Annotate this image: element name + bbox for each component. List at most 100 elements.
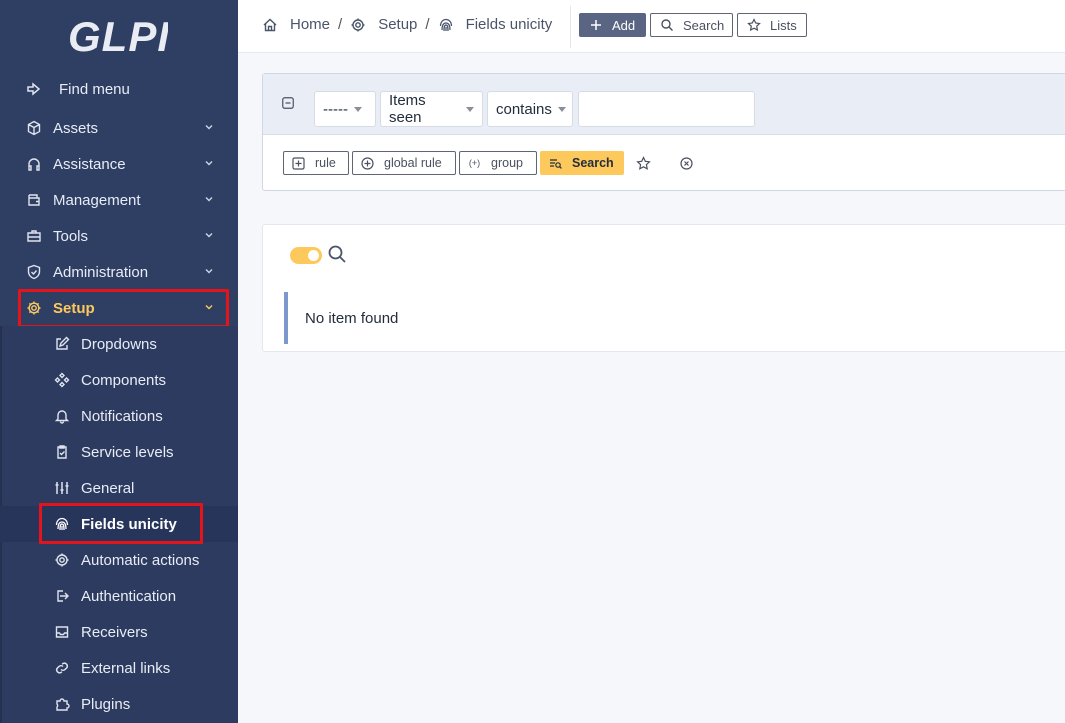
sidebar-item-label: Assistance (53, 155, 126, 173)
find-menu-label: Find menu (59, 80, 130, 98)
sidebar-item-plugins[interactable]: Plugins (0, 686, 238, 722)
shield-check-icon (25, 263, 43, 281)
search-button[interactable]: Search (650, 13, 733, 37)
field-select[interactable]: Items seen (380, 91, 483, 127)
caret-down-icon (557, 106, 566, 112)
puzzle-icon (53, 695, 71, 713)
adjustments-icon (53, 479, 71, 497)
edit-icon (53, 335, 71, 353)
results-panel: No item found (262, 224, 1065, 352)
sidebar-item-assets[interactable]: Assets (0, 110, 238, 146)
sidebar-item-label: Automatic actions (81, 551, 200, 569)
breadcrumb: Home / Setup / Fields unicity (262, 16, 552, 33)
chevron-down-icon (205, 233, 213, 238)
find-menu-button[interactable]: Find menu (0, 71, 238, 107)
add-group-button[interactable]: (+) group (459, 151, 537, 175)
chevron-down-icon (205, 125, 213, 130)
arrow-right-icon (25, 80, 43, 98)
search-toggle-icon[interactable] (327, 244, 347, 264)
fingerprint-icon (53, 515, 71, 533)
bell-icon (53, 407, 71, 425)
sidebar-item-tools[interactable]: Tools (0, 218, 238, 254)
sidebar-item-fields-unicity[interactable]: Fields unicity (0, 506, 238, 542)
search-criteria-row: ----- Items seen contains (263, 74, 1065, 135)
empty-results-message: No item found (305, 309, 399, 327)
sidebar-item-label: Components (81, 371, 167, 389)
operator-select[interactable]: contains (487, 91, 573, 127)
sidebar-item-assistance[interactable]: Assistance (0, 146, 238, 182)
sidebar-item-external-links[interactable]: External links (0, 650, 238, 686)
search-icon (660, 18, 674, 32)
filter-search-icon (549, 157, 562, 170)
sidebar: GLPI Find menu Assets Assistance Managem… (0, 0, 238, 723)
group-icon: (+) (468, 158, 481, 168)
link-icon (53, 659, 71, 677)
add-button[interactable]: Add (579, 13, 646, 37)
sidebar-item-dropdowns[interactable]: Dropdowns (0, 326, 238, 362)
chevron-down-icon (205, 197, 213, 202)
sidebar-item-label: External links (81, 659, 171, 677)
chevron-down-icon (205, 269, 213, 274)
login-icon (53, 587, 71, 605)
sidebar-item-authentication[interactable]: Authentication (0, 578, 238, 614)
search-submit-button[interactable]: Search (540, 151, 624, 175)
clipboard-check-icon (53, 443, 71, 461)
briefcase-icon (25, 227, 43, 245)
sidebar-item-label: Setup (53, 299, 95, 317)
search-panel: ----- Items seen contains rule global ru… (262, 73, 1065, 191)
sidebar-item-label: General (81, 479, 135, 497)
glpi-logo[interactable]: GLPI (68, 14, 168, 58)
sidebar-item-label: Management (53, 191, 141, 209)
inbox-icon (53, 623, 71, 641)
star-icon (747, 18, 761, 32)
gear-icon (25, 299, 43, 317)
gear-icon (53, 551, 71, 569)
lists-button[interactable]: Lists (737, 13, 807, 37)
sidebar-item-management[interactable]: Management (0, 182, 238, 218)
plus-icon (589, 18, 603, 32)
sidebar-item-administration[interactable]: Administration (0, 254, 238, 290)
sidebar-item-label: Dropdowns (81, 335, 157, 353)
home-icon (262, 17, 278, 33)
sidebar-item-label: Tools (53, 227, 89, 245)
chevron-down-icon (205, 161, 213, 166)
add-global-rule-button[interactable]: global rule (352, 151, 456, 175)
add-rule-button[interactable]: rule (283, 151, 349, 175)
save-search-star-icon[interactable] (636, 156, 651, 171)
header-divider (570, 6, 571, 48)
breadcrumb-setup[interactable]: Setup (350, 16, 417, 33)
link-select[interactable]: ----- (314, 91, 376, 127)
sidebar-item-setup[interactable]: Setup (0, 290, 238, 326)
components-icon (53, 371, 71, 389)
sidebar-item-label: Authentication (81, 587, 177, 605)
logo-text: GLPI (68, 14, 168, 58)
top-header: Home / Setup / Fields unicity Add Search… (238, 0, 1065, 53)
breadcrumb-fields-unicity[interactable]: Fields unicity (438, 16, 552, 33)
sidebar-item-label: Administration (53, 263, 149, 281)
sidebar-item-label: Assets (53, 119, 99, 137)
gear-icon (350, 17, 366, 33)
sidebar-item-general[interactable]: General (0, 470, 238, 506)
chevron-down-icon (205, 305, 213, 310)
cube-icon (25, 119, 43, 137)
sidebar-item-service-levels[interactable]: Service levels (0, 434, 238, 470)
sidebar-item-receivers[interactable]: Receivers (0, 614, 238, 650)
sidebar-item-notifications[interactable]: Notifications (0, 398, 238, 434)
sidebar-item-label: Plugins (81, 695, 131, 713)
collapse-icon[interactable] (282, 97, 294, 109)
caret-down-icon (353, 106, 362, 112)
sidebar-item-label: Fields unicity (81, 515, 177, 533)
search-value-input[interactable] (578, 91, 755, 127)
circle-plus-icon (361, 156, 374, 170)
sidebar-item-components[interactable]: Components (0, 362, 238, 398)
empty-results-alert: No item found (284, 292, 1065, 344)
massive-actions-toggle[interactable] (290, 247, 322, 264)
breadcrumb-home[interactable]: Home (262, 16, 330, 33)
sidebar-item-label: Receivers (81, 623, 148, 641)
square-plus-icon (292, 156, 305, 170)
sidebar-item-automatic-actions[interactable]: Automatic actions (0, 542, 238, 578)
sidebar-item-label: Notifications (81, 407, 163, 425)
fingerprint-icon (438, 17, 454, 33)
reset-search-icon[interactable] (679, 156, 694, 171)
headset-icon (25, 155, 43, 173)
